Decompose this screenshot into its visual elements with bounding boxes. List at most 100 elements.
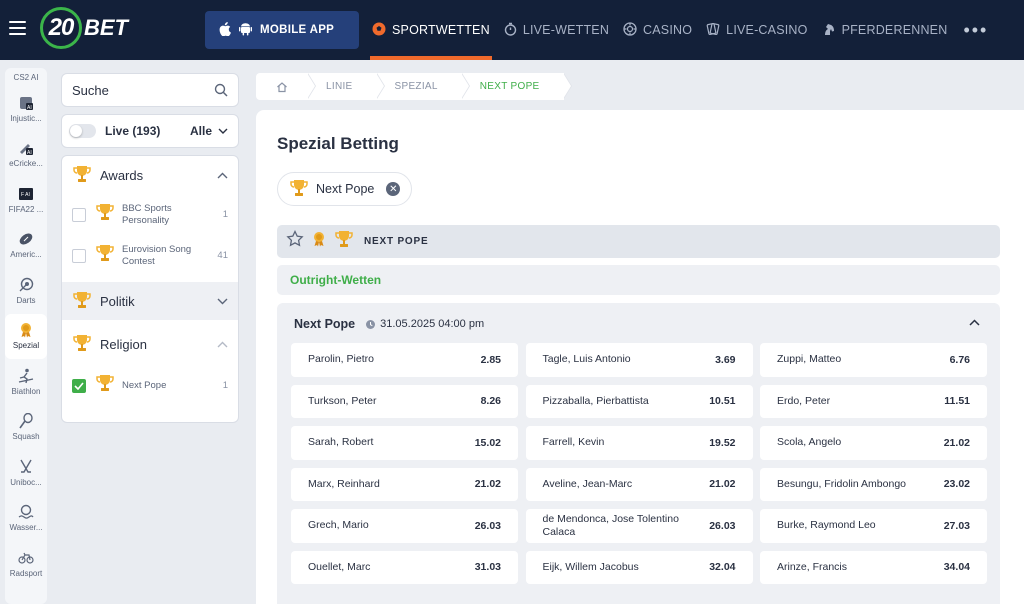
market-title: Next Pope bbox=[294, 317, 356, 331]
odd-button[interactable]: Erdo, Peter 11.51 bbox=[760, 384, 987, 418]
menu-icon[interactable] bbox=[9, 21, 26, 35]
rail-item-radsport[interactable]: Radsport bbox=[5, 541, 47, 587]
subcategory-count: 1 bbox=[222, 209, 228, 220]
odd-button[interactable]: Arinze, Francis 34.04 bbox=[760, 550, 987, 584]
category-label: Politik bbox=[100, 293, 135, 309]
rail-item-spezial[interactable]: Spezial bbox=[5, 313, 47, 359]
svg-text:F AI: F AI bbox=[21, 192, 30, 198]
odd-button[interactable]: Marx, Reinhard 21.02 bbox=[291, 467, 518, 501]
nav-live-wetten[interactable]: LIVE-WETTEN bbox=[504, 0, 623, 60]
biathlon-icon bbox=[18, 368, 34, 384]
rail-item-unihockey[interactable]: Uniboc... bbox=[5, 450, 47, 496]
rail-item-darts[interactable]: Darts bbox=[5, 268, 47, 314]
breadcrumb-home[interactable] bbox=[256, 72, 316, 100]
checkbox[interactable] bbox=[72, 207, 86, 222]
odd-button[interactable]: Ouellet, Marc 31.03 bbox=[291, 550, 518, 584]
more-menu-icon[interactable]: ••• bbox=[961, 20, 988, 41]
section-outright[interactable]: Outright-Wetten bbox=[277, 265, 1000, 295]
chevron-up-icon bbox=[217, 172, 228, 178]
main-panel: Spezial Betting Next Pope ✕ NEXT POPE Ou… bbox=[256, 110, 1024, 604]
rail-item-biathlon[interactable]: Biathlon bbox=[5, 359, 47, 405]
odd-button[interactable]: Pizzaballa, Pierbattista 10.51 bbox=[525, 384, 753, 418]
trophy-icon bbox=[334, 230, 354, 253]
bicycle-icon bbox=[18, 550, 34, 566]
market-date-text: 31.05.2025 04:00 pm bbox=[380, 318, 485, 330]
alle-select[interactable]: Alle bbox=[190, 124, 228, 138]
nav-casino[interactable]: CASINO bbox=[623, 0, 706, 60]
odd-button[interactable]: Farrell, Kevin 19.52 bbox=[525, 426, 753, 460]
odd-value: 32.04 bbox=[709, 561, 736, 574]
mobile-app-button[interactable]: MOBILE APP bbox=[205, 11, 359, 49]
breadcrumb-linie[interactable]: LINIE bbox=[308, 72, 385, 100]
checkbox-checked[interactable] bbox=[72, 378, 86, 393]
odd-button[interactable]: Aveline, Jean-Marc 21.02 bbox=[525, 467, 753, 501]
breadcrumb-spezial[interactable]: SPEZIAL bbox=[376, 72, 470, 100]
odd-button[interactable]: Zuppi, Matteo 6.76 bbox=[760, 343, 987, 377]
rail-label: Biathlon bbox=[11, 386, 41, 396]
chip-label: Next Pope bbox=[316, 182, 375, 196]
odd-name: Scola, Angelo bbox=[777, 436, 842, 449]
rail-item-squash[interactable]: Squash bbox=[5, 405, 47, 451]
rail-label: Americ... bbox=[10, 250, 42, 260]
odd-button[interactable]: Eijk, Willem Jacobus 32.04 bbox=[525, 550, 753, 584]
search-icon[interactable] bbox=[214, 83, 228, 97]
breadcrumb-next-pope[interactable]: NEXT POPE bbox=[461, 72, 572, 100]
odd-name: de Mendonca, Jose Tolentino Calaca bbox=[542, 512, 679, 538]
odd-button[interactable]: Parolin, Pietro 2.85 bbox=[291, 343, 518, 377]
rail-item-injustice[interactable]: AI Injustic... bbox=[5, 86, 47, 132]
rail-item-ecricket[interactable]: AI eCricke... bbox=[5, 132, 47, 178]
odd-value: 21.02 bbox=[943, 436, 970, 449]
category-bar-label: NEXT POPE bbox=[364, 236, 429, 247]
odd-button[interactable]: Scola, Angelo 21.02 bbox=[760, 426, 987, 460]
odd-button[interactable]: Turkson, Peter 8.26 bbox=[291, 384, 518, 418]
close-icon[interactable]: ✕ bbox=[386, 182, 401, 196]
rail-item-waterpolo[interactable]: Wasser... bbox=[5, 496, 47, 542]
nav-live-casino[interactable]: LIVE-CASINO bbox=[706, 0, 821, 60]
odd-button[interactable]: Tagle, Luis Antonio 3.69 bbox=[525, 343, 753, 377]
odd-name: Farrell, Kevin bbox=[542, 436, 605, 449]
rail-label: FIFA22 ... bbox=[8, 204, 44, 214]
odd-name: Tagle, Luis Antonio bbox=[542, 353, 631, 366]
category-awards[interactable]: Awards bbox=[62, 156, 238, 194]
star-icon[interactable] bbox=[286, 229, 304, 253]
chevron-down-icon bbox=[218, 128, 228, 134]
odd-button[interactable]: Burke, Raymond Leo 27.03 bbox=[760, 509, 987, 543]
subcategory-next-pope[interactable]: Next Pope 1 bbox=[62, 365, 238, 406]
chevron-up-icon[interactable] bbox=[969, 319, 980, 326]
odd-button[interactable]: de Mendonca, Jose Tolentino Calaca 26.03 bbox=[525, 509, 753, 543]
filter-chip[interactable]: Next Pope ✕ bbox=[277, 172, 413, 206]
category-label: Awards bbox=[100, 167, 144, 183]
darts-icon bbox=[18, 277, 34, 293]
sport-rail: CS2 AI AI Injustic... AI eCricke... F AI… bbox=[5, 68, 47, 604]
category-religion[interactable]: Religion bbox=[62, 325, 238, 363]
odd-button[interactable]: Grech, Mario 26.03 bbox=[291, 509, 518, 543]
logo[interactable]: 20 BET bbox=[40, 7, 128, 49]
subcategory-eurovision[interactable]: Eurovision Song Contest 41 bbox=[62, 235, 238, 276]
trophy-icon bbox=[72, 165, 92, 186]
nav-pferderennen[interactable]: PFERDERENNEN bbox=[822, 0, 962, 60]
rail-top-label[interactable]: CS2 AI bbox=[5, 68, 47, 86]
odd-name: Turkson, Peter bbox=[308, 394, 377, 407]
category-politik[interactable]: Politik bbox=[62, 282, 238, 320]
alle-label: Alle bbox=[189, 124, 212, 138]
trophy-icon bbox=[289, 179, 309, 200]
odd-value: 21.02 bbox=[709, 478, 736, 491]
market-header: Next Pope 31.05.2025 04:00 pm bbox=[294, 317, 484, 331]
odd-value: 19.52 bbox=[709, 436, 736, 449]
nav-label: CASINO bbox=[643, 23, 693, 37]
rail-label: Spezial bbox=[12, 341, 40, 351]
rail-item-american-football[interactable]: Americ... bbox=[5, 223, 47, 269]
odd-name: Zuppi, Matteo bbox=[777, 353, 842, 366]
odd-button[interactable]: Besungu, Fridolin Ambongo 23.02 bbox=[760, 467, 987, 501]
nav-sportwetten[interactable]: SPORTWETTEN bbox=[370, 0, 504, 60]
odd-button[interactable]: Sarah, Robert 15.02 bbox=[291, 426, 518, 460]
breadcrumb: LINIE SPEZIAL NEXT POPE bbox=[256, 72, 1024, 100]
subcategory-bbc[interactable]: BBC Sports Personality 1 bbox=[62, 194, 238, 235]
rail-item-fifa22[interactable]: F AI FIFA22 ... bbox=[5, 177, 47, 223]
checkbox[interactable] bbox=[72, 248, 86, 263]
live-filter: Live (193) Alle bbox=[61, 114, 239, 148]
search-input[interactable] bbox=[72, 82, 202, 98]
ai-fighter-icon: AI bbox=[18, 95, 34, 111]
search-box bbox=[61, 73, 239, 107]
live-toggle[interactable] bbox=[69, 124, 96, 138]
